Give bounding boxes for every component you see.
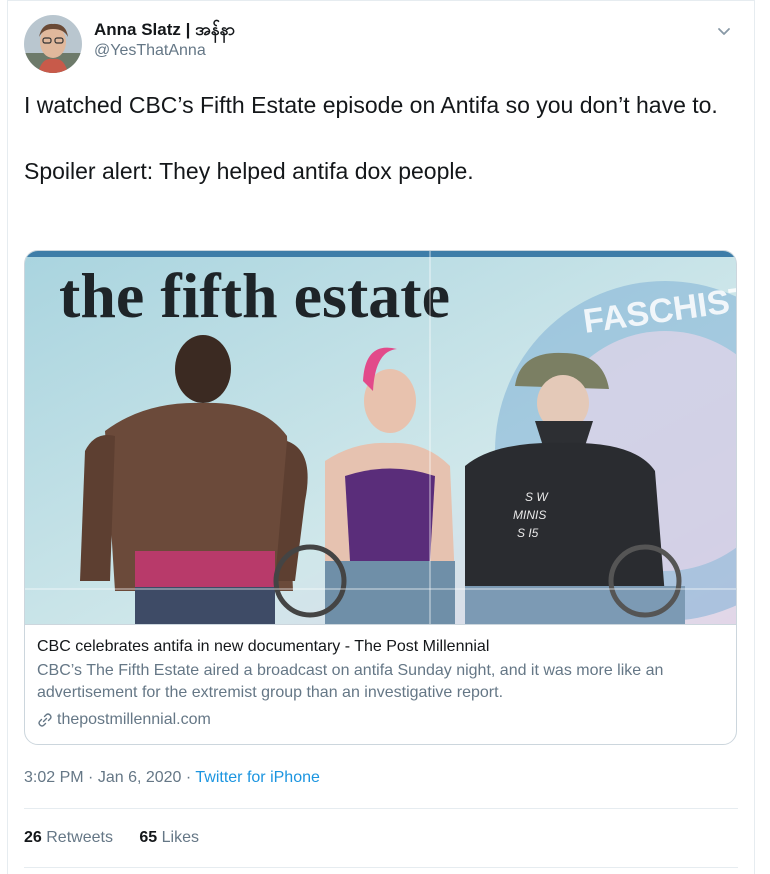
tweet-time[interactable]: 3:02 PM — [24, 769, 84, 786]
tweet-meta: 3:02 PM · Jan 6, 2020 · Twitter for iPho… — [24, 767, 320, 789]
divider — [24, 808, 738, 809]
link-icon — [38, 713, 52, 727]
meta-separator: · — [185, 769, 192, 786]
likes-stat[interactable]: 65 Likes — [139, 829, 199, 846]
card-image[interactable]: FASCHIST the fifth estate S W MINIS S I5 — [25, 251, 736, 624]
tweet-card: Anna Slatz | အန်နာ @YesThatAnna I watche… — [7, 0, 755, 874]
divider — [24, 867, 738, 868]
card-title[interactable]: CBC celebrates antifa in new documentary… — [37, 636, 724, 658]
svg-text:S I5: S I5 — [517, 526, 539, 540]
tweet-date[interactable]: Jan 6, 2020 — [98, 769, 182, 786]
display-name[interactable]: Anna Slatz | အန်နာ — [94, 19, 235, 41]
user-handle[interactable]: @YesThatAnna — [94, 41, 235, 61]
card-body[interactable]: CBC celebrates antifa in new documentary… — [37, 636, 724, 731]
card-domain-text[interactable]: thepostmillennial.com — [57, 709, 211, 731]
image-headline-text: the fifth estate — [59, 260, 450, 331]
image-shirt-text: S W — [525, 490, 549, 504]
retweets-label: Retweets — [46, 829, 113, 846]
likes-count: 65 — [139, 829, 158, 846]
likes-label: Likes — [161, 829, 200, 846]
retweets-count: 26 — [24, 829, 42, 846]
chevron-down-icon[interactable] — [714, 21, 734, 41]
user-info[interactable]: Anna Slatz | အန်နာ @YesThatAnna — [94, 19, 235, 61]
meta-separator: · — [88, 769, 94, 786]
tweet-stats: 26 Retweets 65 Likes — [24, 827, 221, 849]
tweet-source-link[interactable]: Twitter for iPhone — [195, 769, 320, 786]
tweet-header: Anna Slatz | အန်နာ @YesThatAnna — [24, 15, 738, 75]
card-divider — [25, 624, 736, 625]
svg-text:MINIS: MINIS — [513, 508, 546, 522]
tweet-text: I watched CBC’s Fifth Estate episode on … — [24, 92, 718, 184]
avatar[interactable] — [24, 15, 82, 73]
card-domain[interactable]: thepostmillennial.com — [37, 709, 724, 731]
link-preview-card[interactable]: FASCHIST the fifth estate S W MINIS S I5… — [24, 250, 737, 745]
retweets-stat[interactable]: 26 Retweets — [24, 829, 113, 846]
card-description: CBC’s The Fifth Estate aired a broadcast… — [37, 662, 664, 701]
